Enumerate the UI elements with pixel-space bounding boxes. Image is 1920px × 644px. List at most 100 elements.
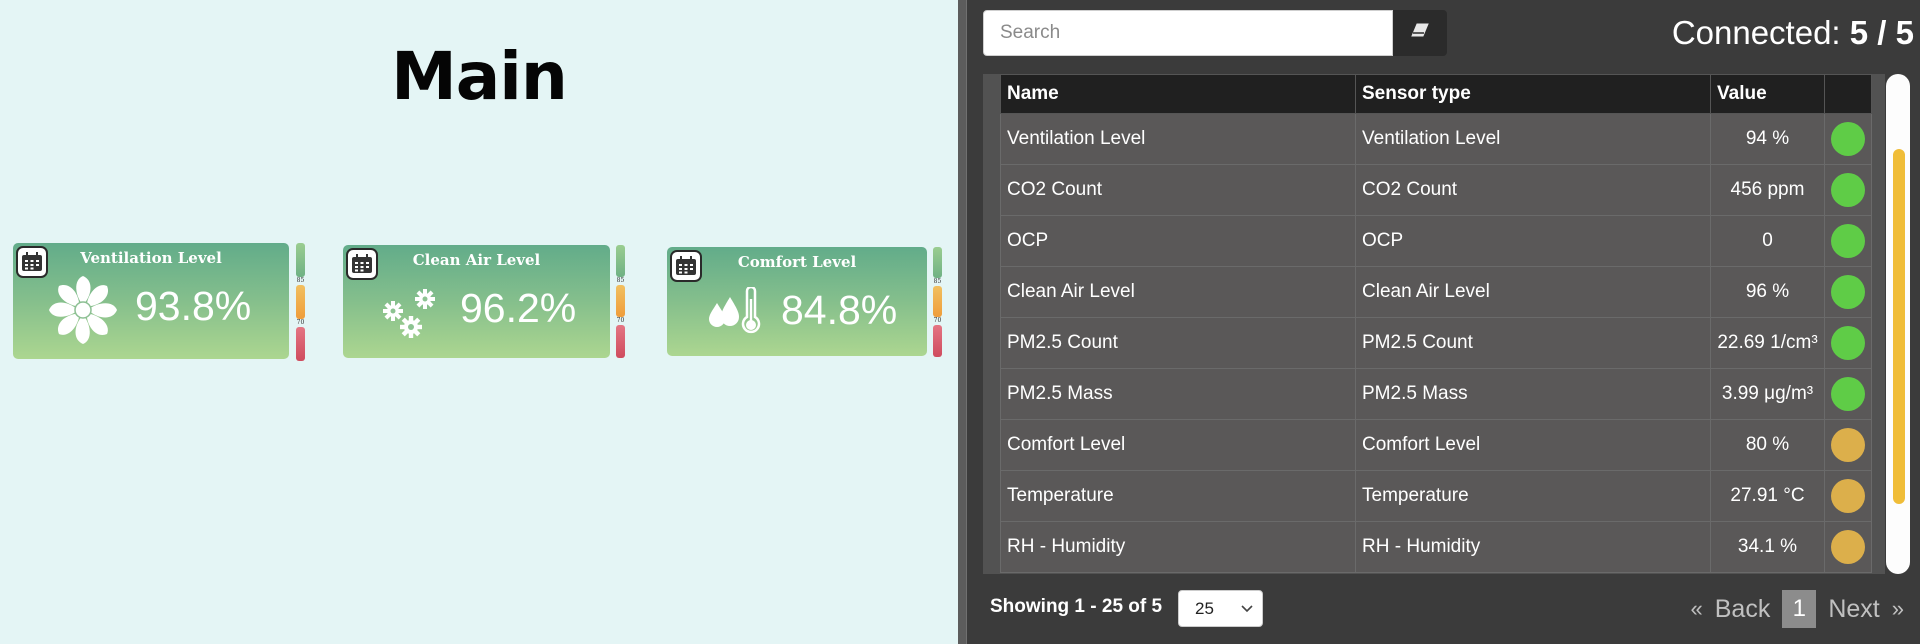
table-row[interactable]: OCP OCP 0 xyxy=(1000,215,1872,267)
sensor-type-cell: PM2.5 Count xyxy=(1355,317,1711,369)
table-row[interactable]: Comfort Level Comfort Level 80 % xyxy=(1000,419,1872,471)
table-row[interactable]: PM2.5 Count PM2.5 Count 22.69 1/cm³ xyxy=(1000,317,1872,369)
page-size-select[interactable]: 25 xyxy=(1178,590,1263,627)
status-indicator-icon xyxy=(1831,479,1865,513)
card-ventilation-level[interactable]: Ventilation Level 93.8% xyxy=(13,243,289,359)
status-indicator-icon xyxy=(1831,326,1865,360)
last-page-button[interactable]: » xyxy=(1892,596,1904,622)
search-input[interactable] xyxy=(983,10,1393,56)
table-header-row: Name Sensor type Value xyxy=(1000,74,1872,114)
back-button[interactable]: Back xyxy=(1715,595,1771,624)
sensor-type-cell: Clean Air Level xyxy=(1355,266,1711,318)
sensor-value-cell: 3.99 μg/m³ xyxy=(1710,368,1825,420)
sensor-value-cell: 456 ppm xyxy=(1710,164,1825,216)
fan-icon xyxy=(46,273,120,352)
sensor-name-cell: Temperature xyxy=(1000,470,1356,522)
column-header-status xyxy=(1824,74,1872,114)
column-header-value[interactable]: Value xyxy=(1710,74,1825,114)
sensor-value-cell: 22.69 1/cm³ xyxy=(1710,317,1825,369)
sensor-table: Name Sensor type Value Ventilation Level… xyxy=(1000,74,1872,573)
table-scrollbar[interactable] xyxy=(1886,74,1910,574)
connection-label: Connected: xyxy=(1671,14,1841,51)
card-title: Ventilation Level xyxy=(80,249,222,267)
dashboard-panel: Main Ventilation Level 93.8% 85 70 Clean… xyxy=(0,0,958,644)
status-indicator-icon xyxy=(1831,428,1865,462)
table-row[interactable]: PM2.5 Mass PM2.5 Mass 3.99 μg/m³ xyxy=(1000,368,1872,420)
page-title: Main xyxy=(391,38,568,115)
sensor-type-cell: CO2 Count xyxy=(1355,164,1711,216)
sensor-name-cell: OCP xyxy=(1000,215,1356,267)
gauge-high-label: 85 xyxy=(616,277,625,284)
status-cell xyxy=(1824,419,1872,471)
status-indicator-icon xyxy=(1831,377,1865,411)
table-row[interactable]: CO2 Count CO2 Count 456 ppm xyxy=(1000,164,1872,216)
gauge-low-label: 70 xyxy=(616,317,625,324)
sensor-value-cell: 96 % xyxy=(1710,266,1825,318)
sensor-type-cell: Ventilation Level xyxy=(1355,113,1711,165)
sensor-type-cell: PM2.5 Mass xyxy=(1355,368,1711,420)
card-value: 93.8% xyxy=(135,283,252,329)
panel-resize-handle[interactable] xyxy=(958,0,967,644)
sensor-value-cell: 27.91 °C xyxy=(1710,470,1825,522)
sensor-name-cell: Comfort Level xyxy=(1000,419,1356,471)
status-cell xyxy=(1824,215,1872,267)
level-gauge: 85 70 xyxy=(296,243,305,361)
status-cell xyxy=(1824,368,1872,420)
table-row[interactable]: Clean Air Level Clean Air Level 96 % xyxy=(1000,266,1872,318)
current-page-button[interactable]: 1 xyxy=(1782,590,1817,628)
sensor-name-cell: Clean Air Level xyxy=(1000,266,1356,318)
pagination: « Back 1 Next » xyxy=(1691,590,1904,628)
gears-icon xyxy=(381,287,439,344)
chevron-down-icon xyxy=(1240,600,1254,623)
sensor-panel: Connected: 5 / 5 Name Sensor type Value … xyxy=(967,0,1920,644)
status-indicator-icon xyxy=(1831,122,1865,156)
level-gauge: 85 70 xyxy=(933,247,942,357)
table-row[interactable]: RH - Humidity RH - Humidity 34.1 % xyxy=(1000,521,1872,573)
status-cell xyxy=(1824,470,1872,522)
sensor-table-container: Name Sensor type Value Ventilation Level… xyxy=(983,74,1885,574)
status-indicator-icon xyxy=(1831,275,1865,309)
sensor-type-cell: RH - Humidity xyxy=(1355,521,1711,573)
status-cell xyxy=(1824,266,1872,318)
level-gauge: 85 70 xyxy=(616,245,625,358)
gauge-high-label: 85 xyxy=(933,278,942,285)
connection-count: 5 / 5 xyxy=(1849,14,1914,51)
sensor-name-cell: PM2.5 Mass xyxy=(1000,368,1356,420)
table-row[interactable]: Temperature Temperature 27.91 °C xyxy=(1000,470,1872,522)
table-row[interactable]: Ventilation Level Ventilation Level 94 % xyxy=(1000,113,1872,165)
sensor-value-cell: 34.1 % xyxy=(1710,521,1825,573)
sensor-name-cell: PM2.5 Count xyxy=(1000,317,1356,369)
card-comfort-level[interactable]: Comfort Level 84.8% xyxy=(667,247,927,356)
sensor-type-cell: OCP xyxy=(1355,215,1711,267)
sensor-type-cell: Temperature xyxy=(1355,470,1711,522)
status-cell xyxy=(1824,164,1872,216)
page-size-value: 25 xyxy=(1195,598,1214,618)
sensor-name-cell: CO2 Count xyxy=(1000,164,1356,216)
status-indicator-icon xyxy=(1831,224,1865,258)
status-cell xyxy=(1824,521,1872,573)
card-clean-air-level[interactable]: Clean Air Level 96.2% xyxy=(343,245,610,358)
sensor-value-cell: 94 % xyxy=(1710,113,1825,165)
status-indicator-icon xyxy=(1831,173,1865,207)
sensor-value-cell: 0 xyxy=(1710,215,1825,267)
showing-count: Showing 1 - 25 of 5 xyxy=(990,596,1163,617)
clear-search-button[interactable] xyxy=(1393,10,1447,56)
sensor-type-cell: Comfort Level xyxy=(1355,419,1711,471)
drops-thermometer-icon xyxy=(707,285,765,342)
eraser-icon xyxy=(1410,23,1430,44)
card-title: Clean Air Level xyxy=(412,251,541,269)
gauge-high-label: 85 xyxy=(296,277,305,284)
gauge-low-label: 70 xyxy=(933,317,942,324)
status-cell xyxy=(1824,113,1872,165)
connection-status: Connected: 5 / 5 xyxy=(1672,14,1914,52)
sensor-value-cell: 80 % xyxy=(1710,419,1825,471)
scrollbar-thumb[interactable] xyxy=(1893,149,1905,504)
sensor-name-cell: RH - Humidity xyxy=(1000,521,1356,573)
status-indicator-icon xyxy=(1831,530,1865,564)
column-header-name[interactable]: Name xyxy=(1000,74,1356,114)
column-header-sensor-type[interactable]: Sensor type xyxy=(1355,74,1711,114)
card-title: Comfort Level xyxy=(737,253,857,271)
status-cell xyxy=(1824,317,1872,369)
next-button[interactable]: Next xyxy=(1828,595,1879,624)
first-page-button[interactable]: « xyxy=(1691,596,1703,622)
